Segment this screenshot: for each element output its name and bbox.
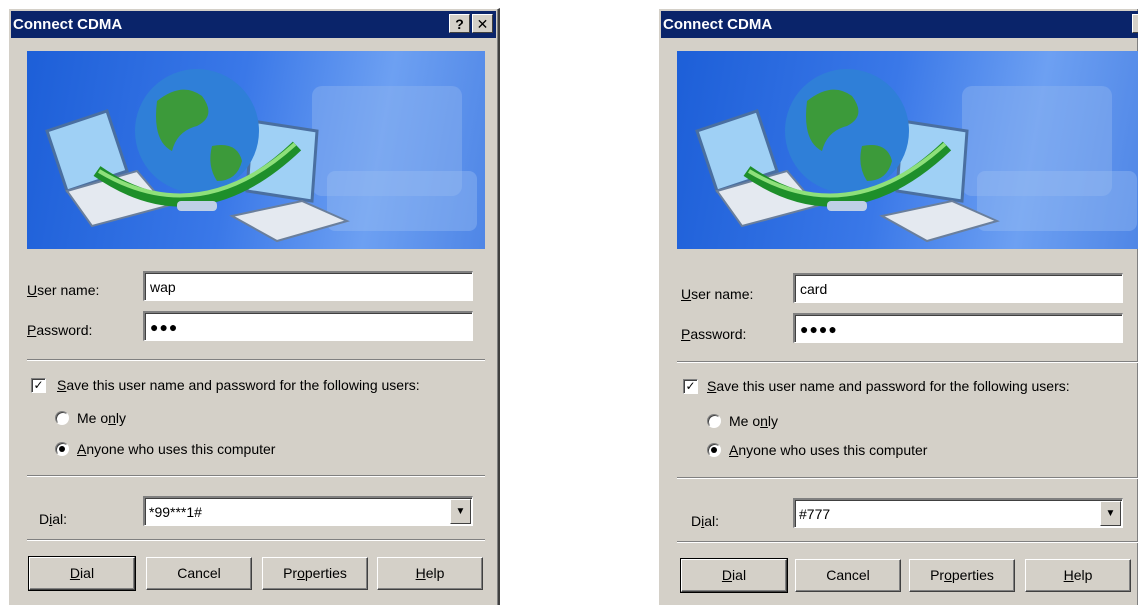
dial-label: Dial: (691, 513, 720, 529)
help-title-button[interactable]: ? (1132, 14, 1138, 33)
separator (677, 361, 1138, 363)
password-input[interactable]: ●●●● (793, 313, 1123, 343)
separator (677, 541, 1138, 543)
dial-button[interactable]: Dial (28, 556, 136, 591)
help-button[interactable]: Help (377, 557, 483, 590)
save-credentials-label: Save this user name and password for the… (57, 377, 420, 393)
me-only-label: Me only (729, 413, 779, 429)
cancel-button[interactable]: Cancel (146, 557, 252, 590)
dialog-title: Connect CDMA (13, 16, 123, 33)
connect-dialog-left: Connect CDMA ? ✕ User name: wap Password… (8, 8, 500, 605)
save-credentials-checkbox[interactable]: ✓ (683, 379, 698, 394)
save-credentials-checkbox[interactable]: ✓ (31, 378, 46, 393)
password-label: Password: (27, 322, 93, 338)
properties-button[interactable]: Properties (262, 557, 368, 590)
dial-number-combobox[interactable]: *99***1# ▼ (143, 496, 473, 526)
anyone-label: Anyone who uses this computer (77, 441, 276, 457)
properties-button[interactable]: Properties (909, 559, 1015, 592)
dial-number-value: *99***1# (149, 504, 202, 520)
help-button[interactable]: Help (1025, 559, 1131, 592)
user-name-label: User name: (681, 286, 754, 302)
user-name-label: User name: (27, 282, 100, 298)
dial-number-combobox[interactable]: #777 ▼ (793, 498, 1123, 528)
dial-label: Dial: (39, 511, 68, 527)
cancel-button[interactable]: Cancel (795, 559, 901, 592)
dropdown-arrow-icon[interactable]: ▼ (1100, 501, 1121, 526)
laptops-globe-illustration (45, 69, 477, 243)
separator (677, 477, 1138, 479)
separator (27, 539, 485, 541)
password-label: Password: (681, 326, 747, 342)
network-banner-image (677, 51, 1138, 249)
anyone-label: Anyone who uses this computer (729, 442, 928, 458)
anyone-radio[interactable] (55, 442, 69, 456)
dial-number-value: #777 (799, 506, 831, 522)
me-only-label: Me only (77, 410, 127, 426)
dropdown-arrow-icon[interactable]: ▼ (450, 499, 471, 524)
password-input[interactable]: ●●● (143, 311, 473, 341)
me-only-radio[interactable] (707, 414, 721, 428)
separator (27, 475, 485, 477)
dial-button[interactable]: Dial (680, 558, 788, 593)
save-credentials-label: Save this user name and password for the… (707, 378, 1070, 394)
title-bar[interactable]: Connect CDMA ? ✕ (11, 11, 496, 38)
laptops-globe-illustration (695, 69, 1137, 243)
anyone-radio[interactable] (707, 443, 721, 457)
close-title-button[interactable]: ✕ (472, 14, 493, 33)
title-bar[interactable]: Connect CDMA ? ✕ (661, 11, 1138, 38)
user-name-input[interactable]: card (793, 273, 1123, 303)
network-banner-image (27, 51, 485, 249)
dialog-title: Connect CDMA (663, 16, 773, 33)
user-name-input[interactable]: wap (143, 271, 473, 301)
help-title-button[interactable]: ? (449, 14, 470, 33)
connect-dialog-right: Connect CDMA ? ✕ User name: card (658, 8, 1138, 605)
separator (27, 359, 485, 361)
me-only-radio[interactable] (55, 411, 69, 425)
